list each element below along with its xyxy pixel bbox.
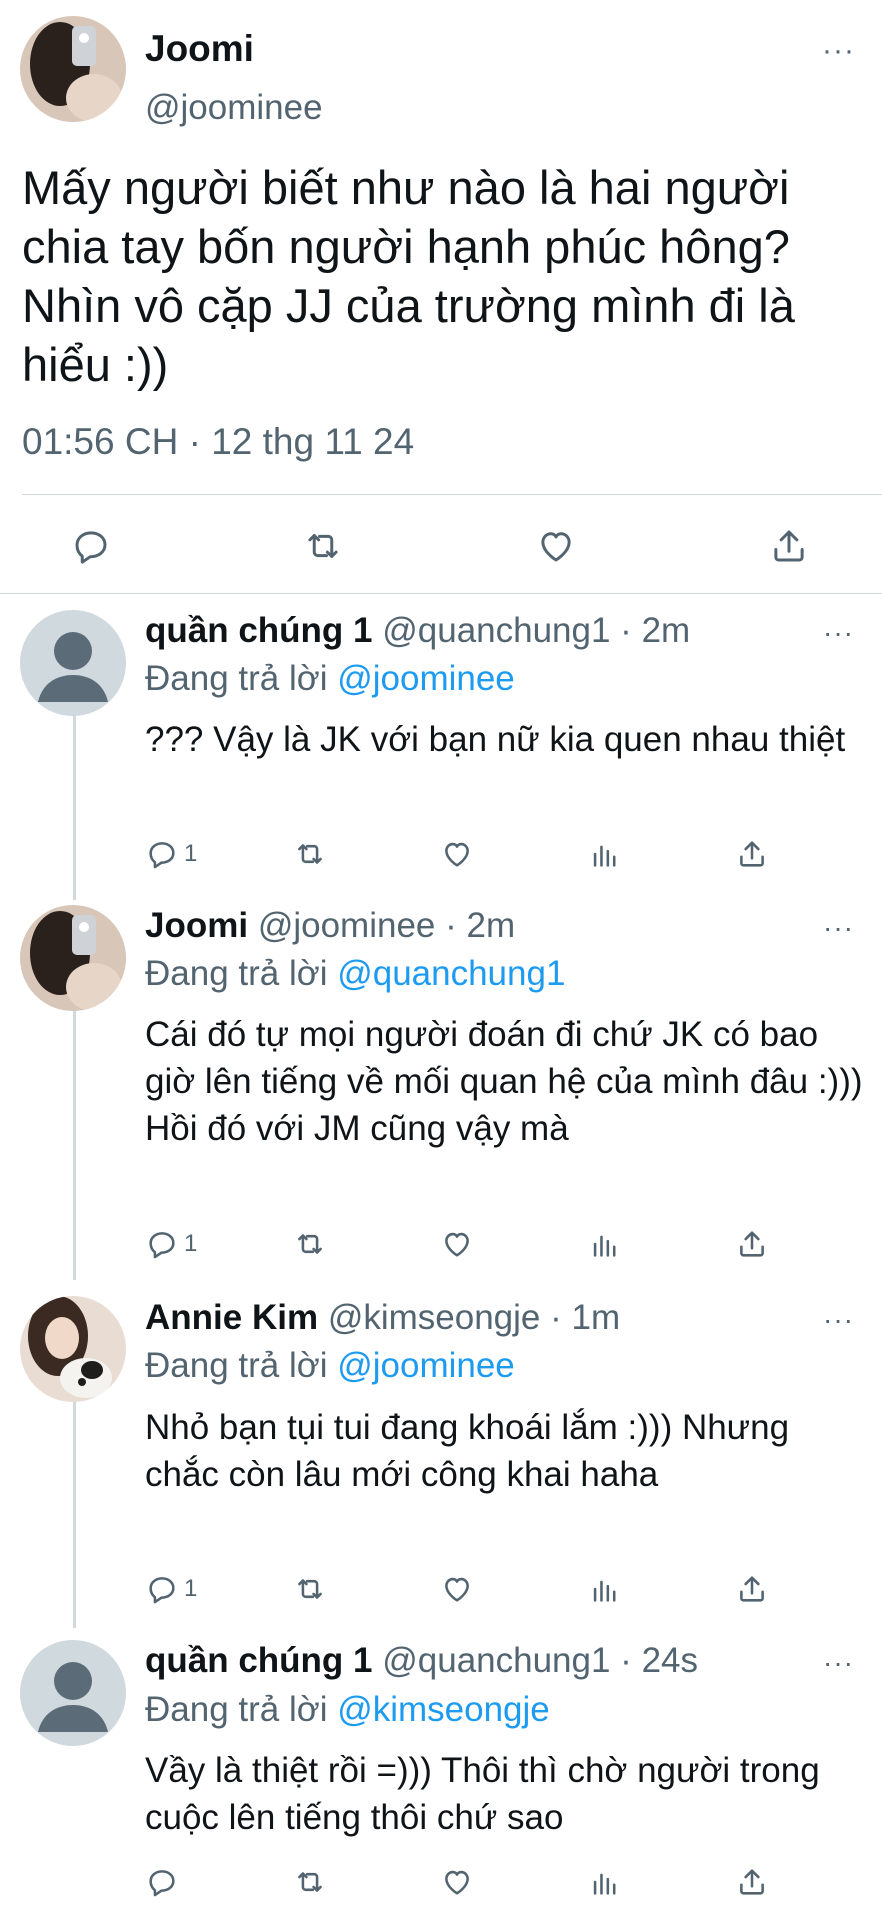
retweet-icon[interactable]	[293, 837, 327, 871]
thread-line	[73, 715, 76, 900]
replying-to: Đang trả lời @kimseongje	[145, 1690, 550, 1729]
user-handle[interactable]: @quanchung1	[382, 611, 610, 650]
reply-icon[interactable]	[145, 1227, 179, 1261]
reply-icon[interactable]	[145, 837, 179, 871]
post-time: 24s	[641, 1641, 698, 1680]
replying-to: Đang trả lời @quanchung1	[145, 954, 566, 993]
mention-link[interactable]: @joominee	[337, 1346, 515, 1385]
replying-to: Đang trả lời @joominee	[145, 1346, 515, 1385]
more-options-icon[interactable]: ···	[823, 912, 854, 944]
reply-header: Annie Kim @kimseongje · 1m	[145, 1298, 621, 1337]
like-icon[interactable]	[440, 1865, 474, 1899]
avatar[interactable]	[20, 610, 126, 716]
share-icon[interactable]	[735, 837, 769, 871]
mention-link[interactable]: @kimseongje	[337, 1690, 550, 1729]
user-handle[interactable]: @quanchung1	[382, 1641, 610, 1680]
post-time: 2m	[641, 611, 691, 650]
more-options-icon[interactable]: ···	[822, 34, 855, 68]
reply-header: quần chúng 1 @quanchung1 · 2m	[145, 611, 691, 650]
analytics-icon[interactable]	[588, 837, 622, 871]
reply-text: ??? Vậy là JK với bạn nữ kia quen nhau t…	[145, 720, 846, 759]
user-handle[interactable]: @kimseongje	[328, 1298, 541, 1337]
tweet-timestamp: 01:56 CH · 12 thg 11 24	[22, 421, 415, 462]
mention-link[interactable]: @quanchung1	[337, 954, 565, 993]
reply-count: 1	[184, 1575, 198, 1602]
more-options-icon[interactable]: ···	[823, 1647, 854, 1679]
divider	[22, 494, 882, 495]
avatar[interactable]	[20, 905, 126, 1011]
more-options-icon[interactable]: ···	[823, 1304, 854, 1336]
user-handle[interactable]: @joominee	[258, 906, 436, 945]
display-name[interactable]: Annie Kim	[145, 1298, 318, 1337]
tweet-text: Mấy người biết như nào là hai người chia…	[22, 161, 795, 391]
avatar[interactable]	[20, 1296, 126, 1402]
retweet-icon[interactable]	[293, 1227, 327, 1261]
replying-to: Đang trả lời @joominee	[145, 659, 515, 698]
reply-text: Cái đó tự mọi người đoán đi chứ JK có ba…	[145, 1015, 863, 1148]
reply-icon[interactable]	[145, 1572, 179, 1606]
analytics-icon[interactable]	[588, 1865, 622, 1899]
share-icon[interactable]	[735, 1572, 769, 1606]
divider	[0, 593, 882, 594]
display-name[interactable]: quần chúng 1	[145, 611, 373, 650]
retweet-icon[interactable]	[293, 1865, 327, 1899]
share-icon[interactable]	[735, 1865, 769, 1899]
display-name[interactable]: quần chúng 1	[145, 1641, 373, 1680]
share-icon[interactable]	[735, 1227, 769, 1261]
more-options-icon[interactable]: ···	[823, 617, 854, 649]
display-name[interactable]: Joomi	[145, 906, 248, 945]
reply-header: quần chúng 1 @quanchung1 · 24s	[145, 1641, 698, 1680]
reply-icon[interactable]	[70, 525, 112, 567]
avatar[interactable]	[20, 16, 126, 122]
like-icon[interactable]	[440, 1572, 474, 1606]
display-name[interactable]: Joomi	[145, 28, 254, 70]
like-icon[interactable]	[535, 525, 577, 567]
reply-header: Joomi @joominee · 2m	[145, 906, 516, 945]
reply-text: Vầy là thiệt rồi =))) Thôi thì chờ người…	[145, 1751, 820, 1837]
thread-line	[73, 1010, 76, 1280]
share-icon[interactable]	[768, 525, 810, 567]
like-icon[interactable]	[440, 1227, 474, 1261]
reply-count: 1	[184, 840, 198, 867]
analytics-icon[interactable]	[588, 1572, 622, 1606]
retweet-icon[interactable]	[302, 525, 344, 567]
retweet-icon[interactable]	[293, 1572, 327, 1606]
analytics-icon[interactable]	[588, 1227, 622, 1261]
mention-link[interactable]: @joominee	[337, 659, 515, 698]
reply-text: Nhỏ bạn tụi tui đang khoái lắm :))) Nhưn…	[145, 1408, 790, 1494]
user-handle[interactable]: @joominee	[145, 88, 323, 128]
like-icon[interactable]	[440, 837, 474, 871]
post-time: 2m	[466, 906, 516, 945]
post-time: 1m	[571, 1298, 621, 1337]
thread-line	[73, 1400, 76, 1628]
reply-icon[interactable]	[145, 1865, 179, 1899]
reply-count: 1	[184, 1230, 198, 1257]
avatar[interactable]	[20, 1640, 126, 1746]
